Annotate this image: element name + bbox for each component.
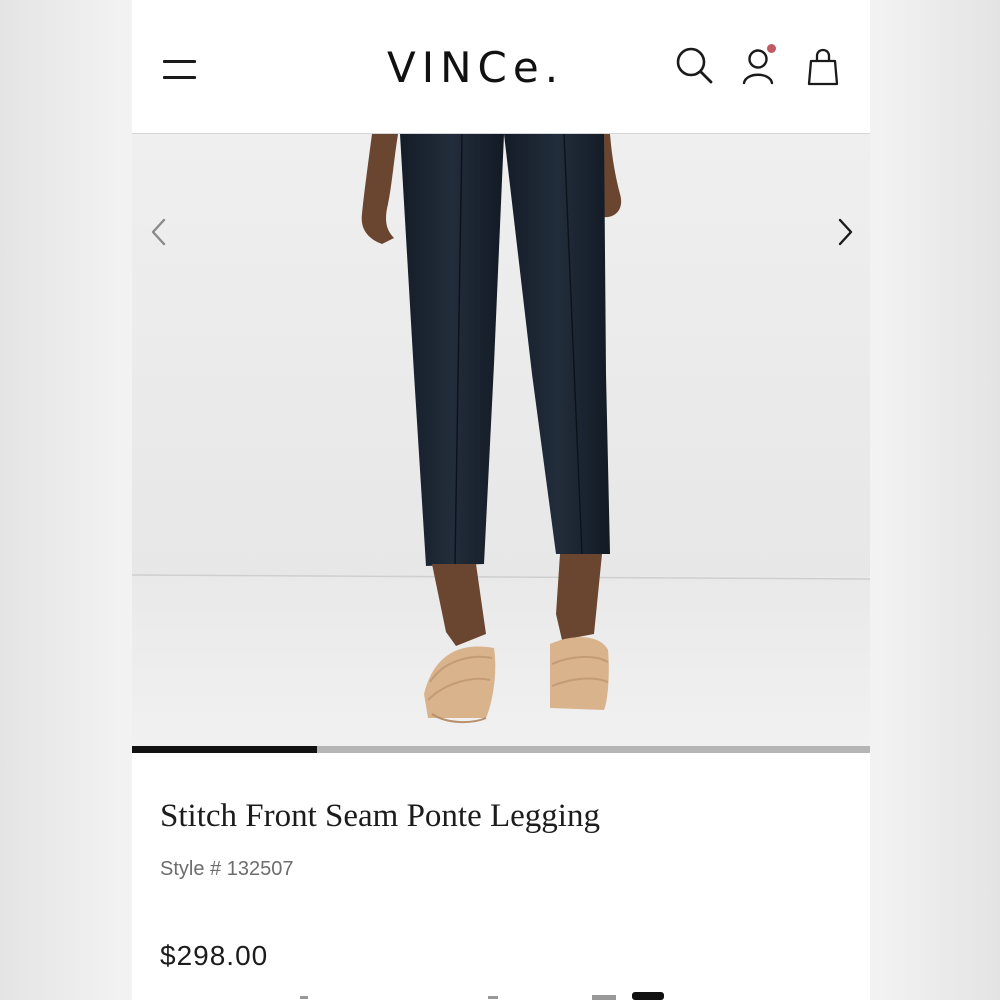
mobile-page: VINCe. Stitch Front Seam Ponte Legging S… xyxy=(132,0,870,1000)
chevron-right-icon[interactable] xyxy=(828,214,864,250)
account-icon[interactable] xyxy=(738,44,782,88)
style-number: Style # 132507 xyxy=(160,858,294,880)
product-image-gallery[interactable] xyxy=(132,134,870,746)
menu-line xyxy=(163,76,196,79)
chevron-left-icon[interactable] xyxy=(142,214,178,250)
hamburger-menu-icon[interactable] xyxy=(160,52,200,88)
menu-line xyxy=(163,60,196,63)
cut-off-content xyxy=(300,992,664,1000)
product-price: $298.00 xyxy=(160,940,269,971)
shopping-bag-icon[interactable] xyxy=(802,44,846,88)
product-title: Stitch Front Seam Ponte Legging xyxy=(160,798,600,834)
vince-logo[interactable]: VINCe. xyxy=(387,45,617,91)
product-photo xyxy=(132,134,870,746)
gallery-progress-fill xyxy=(132,746,317,753)
search-icon[interactable] xyxy=(673,44,717,88)
gallery-progress-bar xyxy=(132,746,870,753)
site-header: VINCe. xyxy=(132,0,870,134)
notification-dot xyxy=(767,44,776,53)
